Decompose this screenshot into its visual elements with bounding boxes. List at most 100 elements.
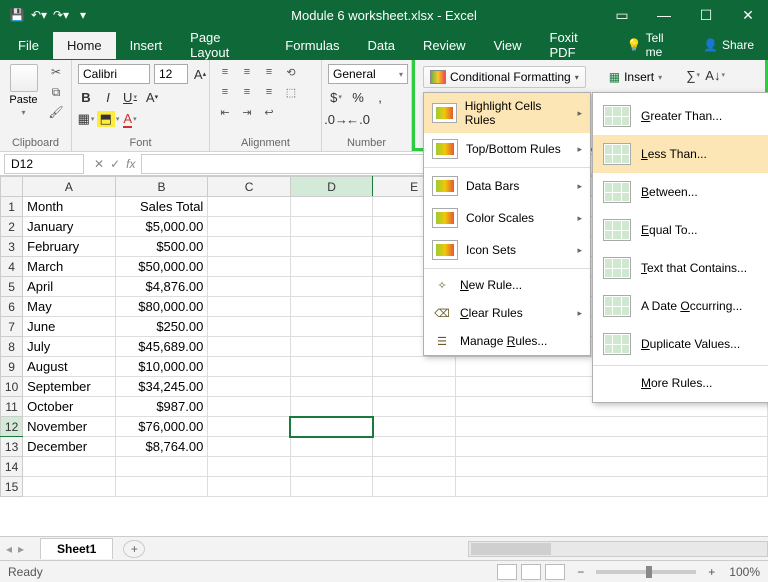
cell[interactable]: June (23, 317, 116, 337)
align-middle-icon[interactable]: ≡ (238, 64, 256, 80)
font-size-combo[interactable]: 12 (154, 64, 188, 84)
cell[interactable]: $10,000.00 (115, 357, 208, 377)
row-header[interactable]: 14 (1, 457, 23, 477)
cell[interactable] (208, 277, 291, 297)
cell[interactable] (208, 357, 291, 377)
cell[interactable] (208, 477, 291, 497)
align-top-icon[interactable]: ≡ (216, 64, 234, 80)
sheet-tab-sheet1[interactable]: Sheet1 (40, 538, 113, 559)
select-all-corner[interactable] (1, 177, 23, 197)
cell[interactable] (290, 377, 373, 397)
increase-font-icon[interactable]: A▴ (192, 65, 208, 83)
cell[interactable] (455, 417, 767, 437)
tab-review[interactable]: Review (409, 32, 480, 59)
autosum-button[interactable]: ∑ (685, 66, 701, 84)
cell[interactable]: February (23, 237, 116, 257)
submenu-text-contains[interactable]: Text that Contains... (593, 249, 768, 287)
conditional-formatting-button[interactable]: Conditional Formatting ▾ (423, 66, 586, 88)
cell[interactable] (290, 257, 373, 277)
menu-data-bars[interactable]: Data Bars ▸ (424, 170, 590, 202)
cut-icon[interactable]: ✂ (47, 64, 65, 80)
cell[interactable] (208, 257, 291, 277)
name-box[interactable]: D12 (4, 154, 84, 174)
underline-button[interactable]: U (122, 88, 138, 106)
cell[interactable]: $76,000.00 (115, 417, 208, 437)
cell[interactable] (290, 237, 373, 257)
decrease-decimal-icon[interactable]: ←.0 (350, 110, 366, 128)
cell[interactable]: November (23, 417, 116, 437)
cell[interactable] (23, 457, 116, 477)
cell[interactable] (373, 357, 456, 377)
cell[interactable]: September (23, 377, 116, 397)
undo-icon[interactable]: ↶▾ (30, 6, 48, 24)
accounting-format-icon[interactable]: $ (328, 88, 344, 106)
minimize-icon[interactable]: — (644, 0, 684, 30)
cell[interactable] (290, 477, 373, 497)
decrease-font-icon[interactable]: A▾ (144, 88, 160, 106)
tab-view[interactable]: View (480, 32, 536, 59)
cell[interactable] (115, 457, 208, 477)
orientation-icon[interactable]: ⟲ (282, 64, 300, 80)
cell[interactable]: December (23, 437, 116, 457)
menu-top-bottom-rules[interactable]: Top/Bottom Rules ▸ (424, 133, 590, 165)
cell[interactable]: March (23, 257, 116, 277)
fill-color-button[interactable]: ⬒ (100, 110, 116, 128)
insert-cells-button[interactable]: ▦ Insert ▾ (602, 66, 669, 88)
menu-icon-sets[interactable]: Icon Sets ▸ (424, 234, 590, 266)
new-sheet-button[interactable]: + (123, 540, 145, 558)
cell[interactable]: $4,876.00 (115, 277, 208, 297)
cell[interactable]: January (23, 217, 116, 237)
cell[interactable]: $80,000.00 (115, 297, 208, 317)
cell[interactable] (455, 477, 767, 497)
percent-format-icon[interactable]: % (350, 88, 366, 106)
tab-insert[interactable]: Insert (116, 32, 177, 59)
increase-indent-icon[interactable]: ⇥ (238, 104, 256, 120)
save-icon[interactable]: 💾 (8, 6, 26, 24)
cancel-formula-icon[interactable]: ✕ (94, 157, 104, 171)
cell[interactable] (373, 477, 456, 497)
share-button[interactable]: 👤Share (689, 32, 768, 58)
cell[interactable] (373, 417, 456, 437)
cell[interactable]: Month (23, 197, 116, 217)
cell[interactable] (290, 217, 373, 237)
cell[interactable]: $34,245.00 (115, 377, 208, 397)
column-header-b[interactable]: B (115, 177, 208, 197)
page-break-view-icon[interactable] (545, 564, 565, 580)
tell-me-search[interactable]: 💡Tell me (617, 25, 689, 65)
cell[interactable]: $500.00 (115, 237, 208, 257)
align-right-icon[interactable]: ≡ (260, 84, 278, 100)
align-center-icon[interactable]: ≡ (238, 84, 256, 100)
menu-new-rule[interactable]: ✧ New Rule... (424, 271, 590, 299)
copy-icon[interactable]: ⧉ (47, 84, 65, 100)
column-header-c[interactable]: C (208, 177, 291, 197)
cell[interactable] (208, 217, 291, 237)
normal-view-icon[interactable] (497, 564, 517, 580)
maximize-icon[interactable]: ☐ (686, 0, 726, 30)
row-header[interactable]: 6 (1, 297, 23, 317)
format-painter-icon[interactable]: 🖌 (47, 104, 65, 120)
fx-icon[interactable]: fx (126, 157, 135, 171)
cell[interactable]: $987.00 (115, 397, 208, 417)
row-header[interactable]: 13 (1, 437, 23, 457)
cell[interactable] (208, 317, 291, 337)
submenu-equal-to[interactable]: Equal To... (593, 211, 768, 249)
cell[interactable]: $50,000.00 (115, 257, 208, 277)
cell[interactable]: $250.00 (115, 317, 208, 337)
merge-center-icon[interactable]: ⬚ (282, 84, 300, 100)
page-layout-view-icon[interactable] (521, 564, 541, 580)
submenu-duplicate-values[interactable]: Duplicate Values... (593, 325, 768, 363)
cell[interactable] (208, 237, 291, 257)
zoom-slider[interactable] (596, 570, 696, 574)
cell[interactable] (208, 417, 291, 437)
comma-format-icon[interactable]: , (372, 88, 388, 106)
cell[interactable] (290, 337, 373, 357)
cell[interactable]: August (23, 357, 116, 377)
font-color-button[interactable]: A (122, 110, 138, 128)
cell[interactable] (373, 437, 456, 457)
paste-button[interactable]: Paste ▾ (6, 64, 41, 117)
cell[interactable] (208, 437, 291, 457)
zoom-out-icon[interactable]: − (577, 565, 584, 579)
submenu-date-occurring[interactable]: A Date Occurring... (593, 287, 768, 325)
increase-decimal-icon[interactable]: .0→ (328, 110, 344, 128)
qat-customize-icon[interactable]: ▾ (74, 6, 92, 24)
